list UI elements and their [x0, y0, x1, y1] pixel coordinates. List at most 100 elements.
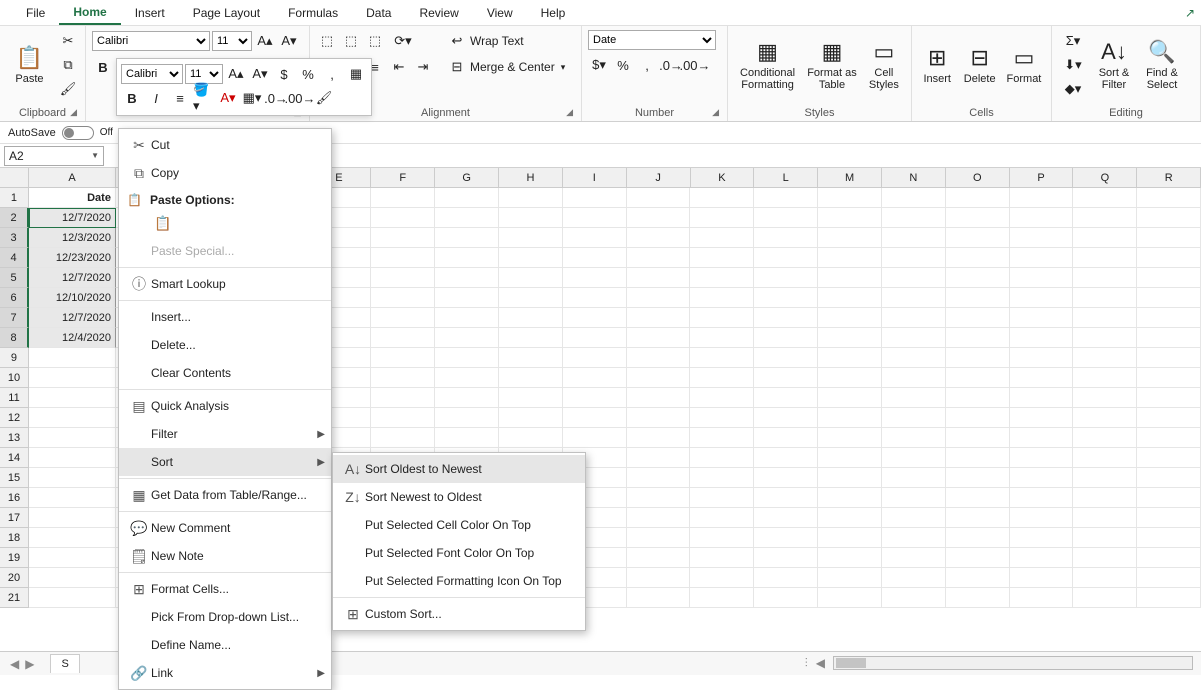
cell[interactable] — [1137, 328, 1201, 348]
cell[interactable] — [754, 388, 818, 408]
cell[interactable] — [29, 568, 116, 588]
cell[interactable] — [627, 408, 691, 428]
cell[interactable] — [1137, 448, 1201, 468]
cell[interactable] — [754, 368, 818, 388]
cell[interactable] — [818, 548, 882, 568]
cell[interactable]: 12/3/2020 — [29, 228, 116, 248]
cell[interactable]: 12/7/2020 — [29, 268, 116, 288]
mini-conditional-icon[interactable]: ▦ — [345, 63, 367, 85]
cell[interactable] — [499, 188, 563, 208]
col-header-p[interactable]: P — [1010, 168, 1074, 188]
cell[interactable] — [627, 388, 691, 408]
cell[interactable] — [1073, 208, 1137, 228]
cell[interactable] — [1010, 468, 1074, 488]
row-header[interactable]: 19 — [0, 548, 29, 568]
orientation-icon[interactable]: ⟳▾ — [388, 30, 418, 52]
cell[interactable] — [563, 368, 627, 388]
cell[interactable] — [690, 228, 754, 248]
cell[interactable] — [563, 248, 627, 268]
sort-oldest-newest[interactable]: A↓Sort Oldest to Newest — [333, 455, 585, 483]
cell[interactable] — [435, 228, 499, 248]
cell[interactable] — [1137, 368, 1201, 388]
cell[interactable] — [29, 448, 116, 468]
row-header[interactable]: 6 — [0, 288, 29, 308]
cell-styles-button[interactable]: ▭Cell Styles — [863, 30, 905, 100]
cell[interactable] — [690, 288, 754, 308]
delete-cells-button[interactable]: ⊟Delete — [960, 30, 998, 100]
dialog-launcher-icon[interactable]: ◢ — [712, 107, 719, 118]
cell[interactable] — [1073, 468, 1137, 488]
cell[interactable] — [1010, 208, 1074, 228]
cell[interactable] — [435, 268, 499, 288]
cell[interactable]: Date — [29, 188, 116, 208]
cell[interactable] — [627, 528, 691, 548]
cell[interactable] — [435, 288, 499, 308]
cell[interactable] — [1073, 548, 1137, 568]
row-header[interactable]: 16 — [0, 488, 29, 508]
cell[interactable] — [754, 348, 818, 368]
cell[interactable] — [627, 568, 691, 588]
cell[interactable] — [1073, 448, 1137, 468]
col-header-m[interactable]: M — [818, 168, 882, 188]
cell[interactable] — [1137, 388, 1201, 408]
cell[interactable] — [754, 548, 818, 568]
col-header-h[interactable]: H — [499, 168, 563, 188]
row-header[interactable]: 7 — [0, 308, 29, 328]
row-header[interactable]: 3 — [0, 228, 29, 248]
cell[interactable] — [1010, 228, 1074, 248]
cell[interactable] — [1010, 448, 1074, 468]
ctx-pick-from-list[interactable]: Pick From Drop-down List... — [119, 603, 331, 631]
row-header[interactable]: 13 — [0, 428, 29, 448]
cell[interactable] — [754, 328, 818, 348]
cell[interactable] — [690, 448, 754, 468]
row-header[interactable]: 21 — [0, 588, 29, 608]
cell[interactable] — [1010, 388, 1074, 408]
ctx-define-name[interactable]: Define Name... — [119, 631, 331, 659]
cell[interactable] — [946, 528, 1010, 548]
cell[interactable] — [818, 448, 882, 468]
cell[interactable] — [371, 268, 435, 288]
cell[interactable] — [882, 348, 946, 368]
cell[interactable] — [371, 208, 435, 228]
cell[interactable] — [690, 368, 754, 388]
cell[interactable] — [1137, 288, 1201, 308]
cell[interactable] — [754, 468, 818, 488]
decrease-font-icon[interactable]: A▾ — [278, 30, 300, 52]
cell[interactable] — [499, 268, 563, 288]
cell[interactable] — [690, 588, 754, 608]
view-split-icon[interactable]: ⫶ — [805, 656, 808, 671]
cell[interactable] — [1137, 208, 1201, 228]
cell[interactable] — [29, 588, 116, 608]
cell[interactable] — [627, 468, 691, 488]
increase-indent-icon[interactable]: ⇥ — [412, 56, 434, 78]
cell[interactable] — [1073, 308, 1137, 328]
cell[interactable] — [435, 388, 499, 408]
cell[interactable] — [882, 428, 946, 448]
cell[interactable] — [946, 368, 1010, 388]
format-as-table-button[interactable]: ▦Format as Table — [805, 30, 859, 100]
cell[interactable] — [690, 328, 754, 348]
tab-review[interactable]: Review — [405, 2, 472, 24]
cell[interactable] — [435, 188, 499, 208]
col-header-a[interactable]: A — [29, 168, 116, 188]
cell[interactable] — [563, 348, 627, 368]
cell[interactable] — [499, 308, 563, 328]
cell[interactable] — [818, 528, 882, 548]
mini-comma-icon[interactable]: , — [321, 63, 343, 85]
cell[interactable] — [627, 208, 691, 228]
bold-button[interactable]: B — [92, 56, 114, 78]
font-name-select[interactable]: Calibri — [92, 31, 210, 51]
col-header-f[interactable]: F — [371, 168, 435, 188]
mini-decrease-font-icon[interactable]: A▾ — [249, 63, 271, 85]
mini-align-icon[interactable]: ≡ — [169, 87, 191, 109]
cell[interactable] — [1010, 508, 1074, 528]
cell[interactable] — [499, 228, 563, 248]
mini-percent-icon[interactable]: % — [297, 63, 319, 85]
cell[interactable] — [882, 248, 946, 268]
cell[interactable] — [1073, 488, 1137, 508]
clear-icon[interactable]: ◆▾ — [1058, 78, 1088, 100]
row-header[interactable]: 18 — [0, 528, 29, 548]
cell[interactable] — [1137, 248, 1201, 268]
col-header-k[interactable]: K — [691, 168, 755, 188]
cell[interactable] — [1010, 408, 1074, 428]
